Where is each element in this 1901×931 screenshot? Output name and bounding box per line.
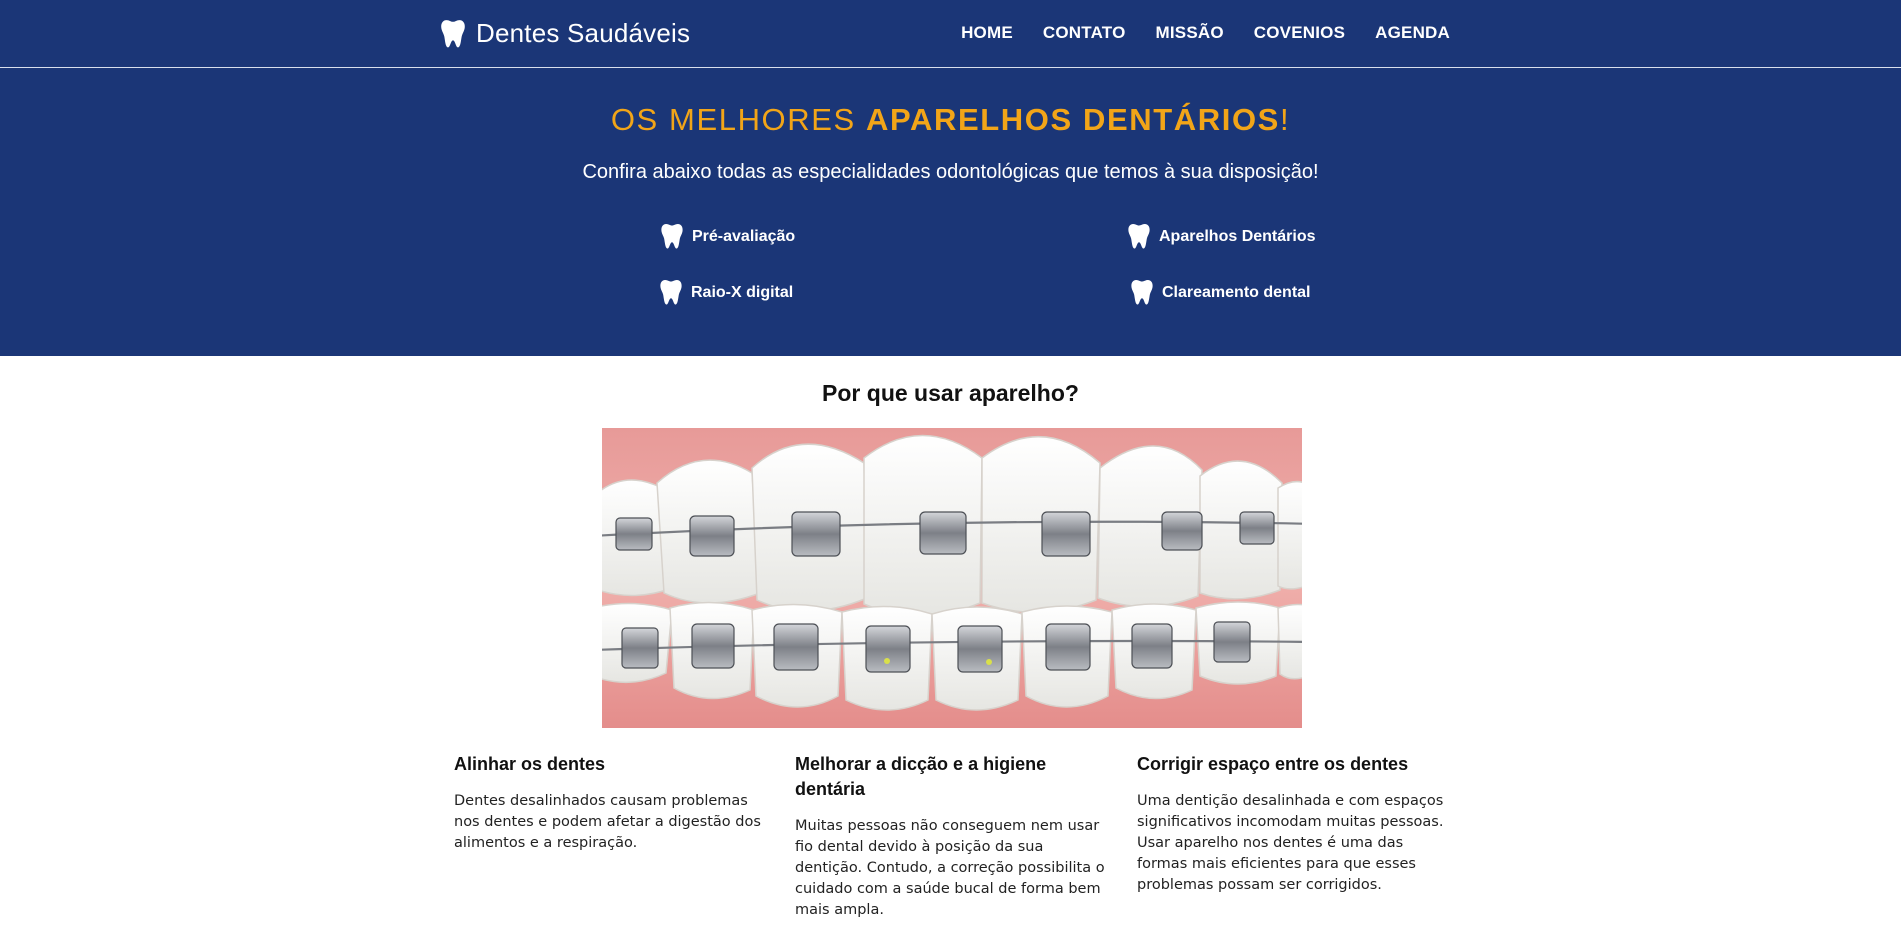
specialty-aparelhos: Aparelhos Dentários <box>1127 223 1315 250</box>
specialty-label: Raio-X digital <box>691 283 794 301</box>
section-title: Por que usar aparelho? <box>822 380 1079 406</box>
hero-title-strong: APARELHOS DENTÁRIOS <box>866 102 1280 137</box>
benefit-title: Corrigir espaço entre os dentes <box>1137 754 1409 774</box>
hero-title-light: OS MELHORES <box>610 102 867 137</box>
tooth-icon <box>440 19 466 49</box>
tooth-icon <box>659 279 683 306</box>
specialty-label: Aparelhos Dentários <box>1159 227 1316 245</box>
benefit-title: Melhorar a dicção e a higiene dentária <box>795 754 1047 799</box>
benefit-text: Dentes desalinhados causam problemas nos… <box>454 793 761 851</box>
navbar: Dentes Saudáveis HOME CONTATO MISSÃO COV… <box>0 0 1901 68</box>
main-nav: HOME CONTATO MISSÃO COVENIOS AGENDA <box>961 23 1450 43</box>
tooth-icon <box>1130 279 1154 306</box>
braces-photo <box>602 428 1302 728</box>
brand-link[interactable]: Dentes Saudáveis <box>440 18 690 49</box>
nav-link-missao[interactable]: MISSÃO <box>1156 23 1224 43</box>
benefit-card: Corrigir espaço entre os dentes Uma dent… <box>1137 752 1457 896</box>
brand-name: Dentes Saudáveis <box>476 18 691 48</box>
nav-link-home[interactable]: HOME <box>961 23 1013 43</box>
benefit-text: Uma dentição desalinhada e com espaços s… <box>1137 793 1444 893</box>
nav-link-covenios[interactable]: COVENIOS <box>1254 23 1345 43</box>
benefit-title: Alinhar os dentes <box>454 754 606 774</box>
benefit-card: Alinhar os dentes Dentes desalinhados ca… <box>454 752 764 854</box>
specialty-label: Clareamento dental <box>1162 283 1311 301</box>
benefit-card: Melhorar a dicção e a higiene dentária M… <box>795 752 1105 921</box>
hero-section: OS MELHORES APARELHOS DENTÁRIOS! Confira… <box>0 68 1901 356</box>
nav-link-agenda[interactable]: AGENDA <box>1375 23 1450 43</box>
nav-link-contato[interactable]: CONTATO <box>1043 23 1126 43</box>
tooth-icon <box>1127 223 1151 250</box>
hero-title: OS MELHORES APARELHOS DENTÁRIOS! <box>0 102 1901 138</box>
hero-subtitle: Confira abaixo todas as especialidades o… <box>582 161 1319 183</box>
specialty-clareamento: Clareamento dental <box>1130 279 1310 306</box>
tooth-icon <box>660 223 684 250</box>
hero-title-end: ! <box>1279 102 1291 137</box>
specialty-raio-x: Raio-X digital <box>659 279 793 306</box>
specialty-label: Pré-avaliação <box>692 227 796 245</box>
benefit-text: Muitas pessoas não conseguem nem usar fi… <box>795 818 1105 918</box>
specialty-pre-avaliacao: Pré-avaliação <box>660 223 795 250</box>
